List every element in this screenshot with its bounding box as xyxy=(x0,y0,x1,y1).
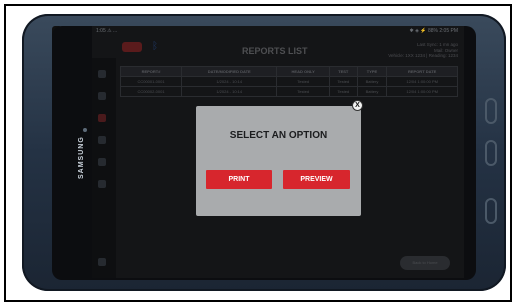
column-header[interactable]: TYPE xyxy=(356,66,388,77)
status-right: ✱ ◈ ⚡ 88% 2:05 PM xyxy=(409,28,458,34)
table-cell: Tested xyxy=(328,76,358,87)
status-bar: 1:05 ⚠ ... ✱ ◈ ⚡ 88% 2:05 PM xyxy=(92,26,464,36)
table-header-row: REPORT# DATE/MODIFIED DATE HEAD ONLY TES… xyxy=(119,66,458,77)
sidebar-item-6[interactable] xyxy=(98,180,106,188)
status-left: 1:05 ⚠ ... xyxy=(96,28,118,34)
meta-line: Vehicle: 1XX 1234 | Reading: 1234 xyxy=(388,53,458,58)
dialog-title: SELECT AN OPTION xyxy=(229,130,328,141)
table-cell: Tested xyxy=(328,86,358,97)
brand-logo: SAMSUNG xyxy=(78,136,85,179)
sidebar-item-3[interactable] xyxy=(98,114,106,122)
side-button-recent xyxy=(485,98,497,124)
table-cell: 1/2024 - 10:14 xyxy=(181,76,278,87)
column-header[interactable]: TEST xyxy=(328,66,358,77)
app-header: ᛒ REPORTS LIST Last Sync: 1 mn ago Mail:… xyxy=(92,36,464,58)
page-title: REPORTS LIST xyxy=(242,46,308,56)
table-cell: 1/2024 - 10:14 xyxy=(181,86,278,97)
sidebar-item-1[interactable] xyxy=(98,70,106,78)
table-row[interactable]: CC00001-0001 1/2024 - 10:14 Tested Teste… xyxy=(119,76,458,87)
table-cell: CC00001-0001 xyxy=(119,76,183,87)
back-arrow-icon[interactable] xyxy=(122,42,142,52)
table-cell: CC00002-0001 xyxy=(119,86,183,97)
column-header[interactable]: REPORT DATE xyxy=(386,66,458,77)
select-option-dialog: SELECT AN OPTION PRINT PREVIEW xyxy=(196,106,361,216)
print-button[interactable]: PRINT xyxy=(206,170,272,189)
table-cell: Tested xyxy=(276,76,330,87)
table-row[interactable]: CC00002-0001 1/2024 - 10:14 Tested Teste… xyxy=(119,86,458,97)
column-header[interactable]: HEAD ONLY xyxy=(276,66,330,77)
sidebar-item-4[interactable] xyxy=(98,136,106,144)
home-pill-button[interactable]: Back to Home xyxy=(400,256,450,270)
table-cell: Battery xyxy=(356,86,388,97)
reports-table: REPORT# DATE/MODIFIED DATE HEAD ONLY TES… xyxy=(119,66,458,97)
column-header[interactable]: DATE/MODIFIED DATE xyxy=(181,66,278,77)
side-button-home xyxy=(485,140,497,166)
table-cell: 12/04 1:00:00 PM xyxy=(386,86,458,97)
preview-button[interactable]: PREVIEW xyxy=(283,170,350,189)
side-button-back xyxy=(485,198,497,224)
sidebar-item-2[interactable] xyxy=(98,92,106,100)
table-cell: 12/04 1:00:00 PM xyxy=(386,76,458,87)
table-cell: Battery xyxy=(356,76,388,87)
table-cell: Tested xyxy=(276,86,330,97)
header-meta: Last Sync: 1 mn ago Mail: Owner Vehicle:… xyxy=(388,42,458,59)
sidebar xyxy=(92,58,116,278)
camera xyxy=(83,128,87,132)
bluetooth-icon[interactable]: ᛒ xyxy=(152,41,158,52)
stage: SAMSUNG 1:05 ⚠ ... ✱ ◈ ⚡ 88% 2:05 PM ᛒ R… xyxy=(0,0,519,308)
app-screen: 1:05 ⚠ ... ✱ ◈ ⚡ 88% 2:05 PM ᛒ REPORTS L… xyxy=(92,26,464,278)
close-icon[interactable]: X xyxy=(352,100,363,111)
sidebar-item-5[interactable] xyxy=(98,158,106,166)
sidebar-item-7[interactable] xyxy=(98,258,106,266)
column-header[interactable]: REPORT# xyxy=(119,66,183,77)
